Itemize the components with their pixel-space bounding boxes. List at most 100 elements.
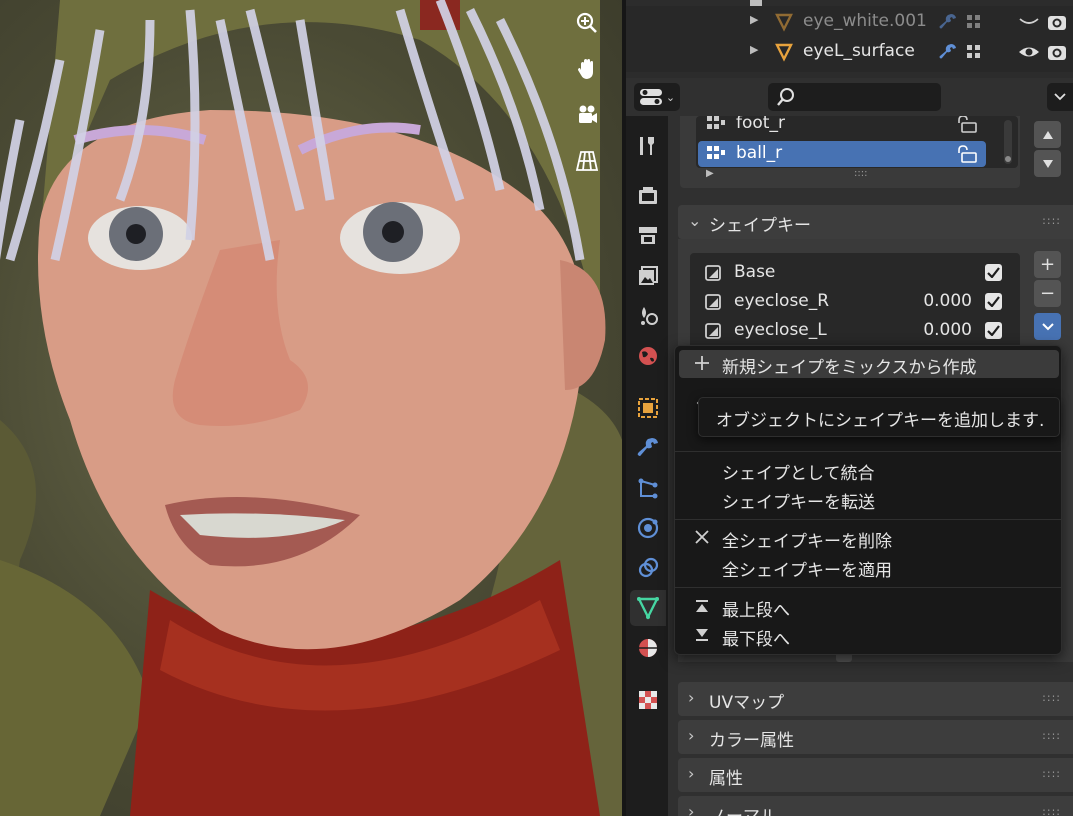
tab-output[interactable] [630, 218, 666, 254]
menu-item-move-to-top[interactable]: 最上段へ [679, 593, 1059, 621]
tab-physics[interactable] [630, 510, 666, 546]
shape-key-value[interactable]: 0.000 [923, 320, 972, 340]
view-layer-icon [639, 266, 658, 285]
chevron-right-icon: › [688, 764, 695, 783]
modifier-wrench-icon[interactable] [938, 42, 958, 62]
resize-grip-icon[interactable]: :::: [854, 168, 867, 179]
render-icon [639, 187, 657, 204]
lock-open-icon[interactable] [956, 145, 978, 163]
list-item-label: eyeclose_L [734, 320, 827, 340]
outliner-row[interactable]: ▶ eyeL_surface [626, 38, 1073, 67]
list-item[interactable]: eyeclose_L 0.000 [696, 318, 1014, 344]
3d-viewport[interactable] [0, 0, 622, 816]
expand-arrow-icon[interactable]: ▶ [750, 13, 758, 26]
tab-constraints[interactable] [630, 550, 666, 586]
add-shape-key-button[interactable]: + [1034, 251, 1061, 278]
modifier-wrench-icon[interactable] [938, 12, 958, 32]
checkbox[interactable] [985, 322, 1002, 339]
output-icon [639, 227, 657, 244]
menu-item-move-to-bottom[interactable]: 最下段へ [679, 622, 1059, 650]
tab-object[interactable] [630, 390, 666, 426]
menu-separator [675, 587, 1061, 588]
render-camera-icon[interactable] [1046, 11, 1068, 33]
lock-open-icon[interactable] [956, 116, 978, 133]
properties-search-input[interactable] [768, 83, 941, 111]
menu-item-transfer-shape-keys[interactable]: シェイプキーを転送 [679, 485, 1059, 513]
panel-title: カラー属性 [709, 731, 794, 751]
perspective-grid-icon[interactable] [568, 142, 606, 180]
drag-grip-icon[interactable]: :::: [1042, 805, 1061, 816]
vertex-group-list[interactable]: foot_r ball_r [696, 116, 1018, 168]
chevron-down-icon [1054, 93, 1066, 101]
shape-keys-panel-header[interactable]: ⌄ シェイプキー :::: [678, 205, 1073, 239]
properties-tab-strip [626, 116, 668, 816]
pan-hand-icon[interactable] [568, 50, 606, 88]
remove-shape-key-button[interactable]: − [1034, 280, 1061, 307]
tab-scene[interactable] [630, 298, 666, 334]
list-item-label: Base [734, 262, 776, 282]
minus-icon: − [1039, 283, 1056, 304]
mesh-data-icon [637, 597, 659, 620]
expand-arrow-icon[interactable]: ▶ [750, 43, 758, 56]
attributes-panel-header[interactable]: › 属性 :::: [678, 758, 1073, 792]
expand-arrow-icon[interactable]: ▶ [706, 168, 714, 179]
zoom-icon[interactable] [568, 4, 606, 42]
shape-key-specials-button[interactable] [1034, 313, 1061, 340]
drag-grip-icon[interactable]: :::: [1042, 729, 1061, 742]
list-item-label: foot_r [736, 116, 785, 133]
menu-separator [675, 519, 1061, 520]
tab-material[interactable] [630, 630, 666, 666]
modifier-wrench-icon [637, 438, 658, 456]
list-item[interactable]: foot_r [698, 116, 986, 137]
outliner: ▶ eye_white.001 ▶ eyeL_surface [626, 0, 1073, 78]
object-icon [638, 398, 658, 418]
drag-grip-icon[interactable]: :::: [1042, 691, 1061, 704]
vertex-groups-panel-body: foot_r ball_r ▶ :::: [680, 116, 1020, 188]
color-attributes-panel-header[interactable]: › カラー属性 :::: [678, 720, 1073, 754]
hidden-eye-icon[interactable] [1018, 14, 1040, 30]
vertex-group-icon[interactable] [966, 14, 982, 30]
move-down-button[interactable] [1034, 150, 1061, 177]
checkbox[interactable] [985, 293, 1002, 310]
tab-texture[interactable] [630, 682, 666, 718]
camera-view-icon[interactable] [568, 96, 606, 134]
viewport-scene [0, 0, 622, 816]
tab-particles[interactable] [630, 470, 666, 506]
scrollbar[interactable] [1004, 120, 1012, 164]
normals-panel-header[interactable]: › ノーマル :::: [678, 796, 1073, 816]
list-item-label: ball_r [736, 143, 783, 163]
render-camera-icon[interactable] [1046, 41, 1068, 63]
tab-modifiers[interactable] [630, 430, 666, 466]
menu-item-apply-all-shape-keys[interactable]: 全シェイプキーを適用 [679, 553, 1059, 581]
menu-item-join-as-shapes[interactable]: シェイプとして統合 [679, 456, 1059, 484]
uv-maps-panel-header[interactable]: › UVマップ :::: [678, 682, 1073, 716]
checkbox[interactable] [985, 264, 1002, 281]
drag-grip-icon[interactable]: :::: [1042, 214, 1061, 227]
list-item[interactable]: eyeclose_R 0.000 [696, 289, 1014, 315]
vertex-group-icon[interactable] [966, 44, 982, 60]
properties-header: ⌄ [626, 78, 1073, 116]
scrollbar-thumb[interactable] [1005, 156, 1011, 162]
outliner-row[interactable]: ▶ eye_white.001 [626, 8, 1073, 37]
tab-world[interactable] [630, 338, 666, 374]
editor-type-dropdown[interactable]: ⌄ [634, 83, 680, 111]
tab-view-layer[interactable] [630, 258, 666, 294]
tab-render[interactable] [630, 178, 666, 214]
visibility-eye-icon[interactable] [1018, 44, 1040, 60]
panel-title: シェイプキー [709, 216, 811, 236]
move-up-button[interactable] [1034, 121, 1061, 148]
shape-key-list[interactable]: Base eyeclose_R 0.000 eyeclose_L 0.000 [690, 253, 1020, 349]
menu-item-new-shape-from-mix[interactable]: 新規シェイプをミックスから作成 [679, 350, 1059, 378]
tab-tool[interactable] [630, 128, 666, 164]
drag-grip-icon[interactable]: :::: [1042, 767, 1061, 780]
list-item[interactable]: Base [696, 260, 1014, 286]
options-dropdown[interactable] [1047, 83, 1073, 111]
list-item-selected[interactable]: ball_r [698, 141, 986, 167]
triangle-down-icon [1042, 159, 1053, 168]
shape-key-icon [705, 265, 721, 281]
menu-item-delete-all-shape-keys[interactable]: 全シェイプキーを削除 [679, 524, 1059, 552]
triangle-up-icon [1042, 130, 1053, 139]
shape-key-value[interactable]: 0.000 [923, 291, 972, 311]
plus-icon [695, 356, 709, 370]
tab-data[interactable] [630, 590, 666, 626]
